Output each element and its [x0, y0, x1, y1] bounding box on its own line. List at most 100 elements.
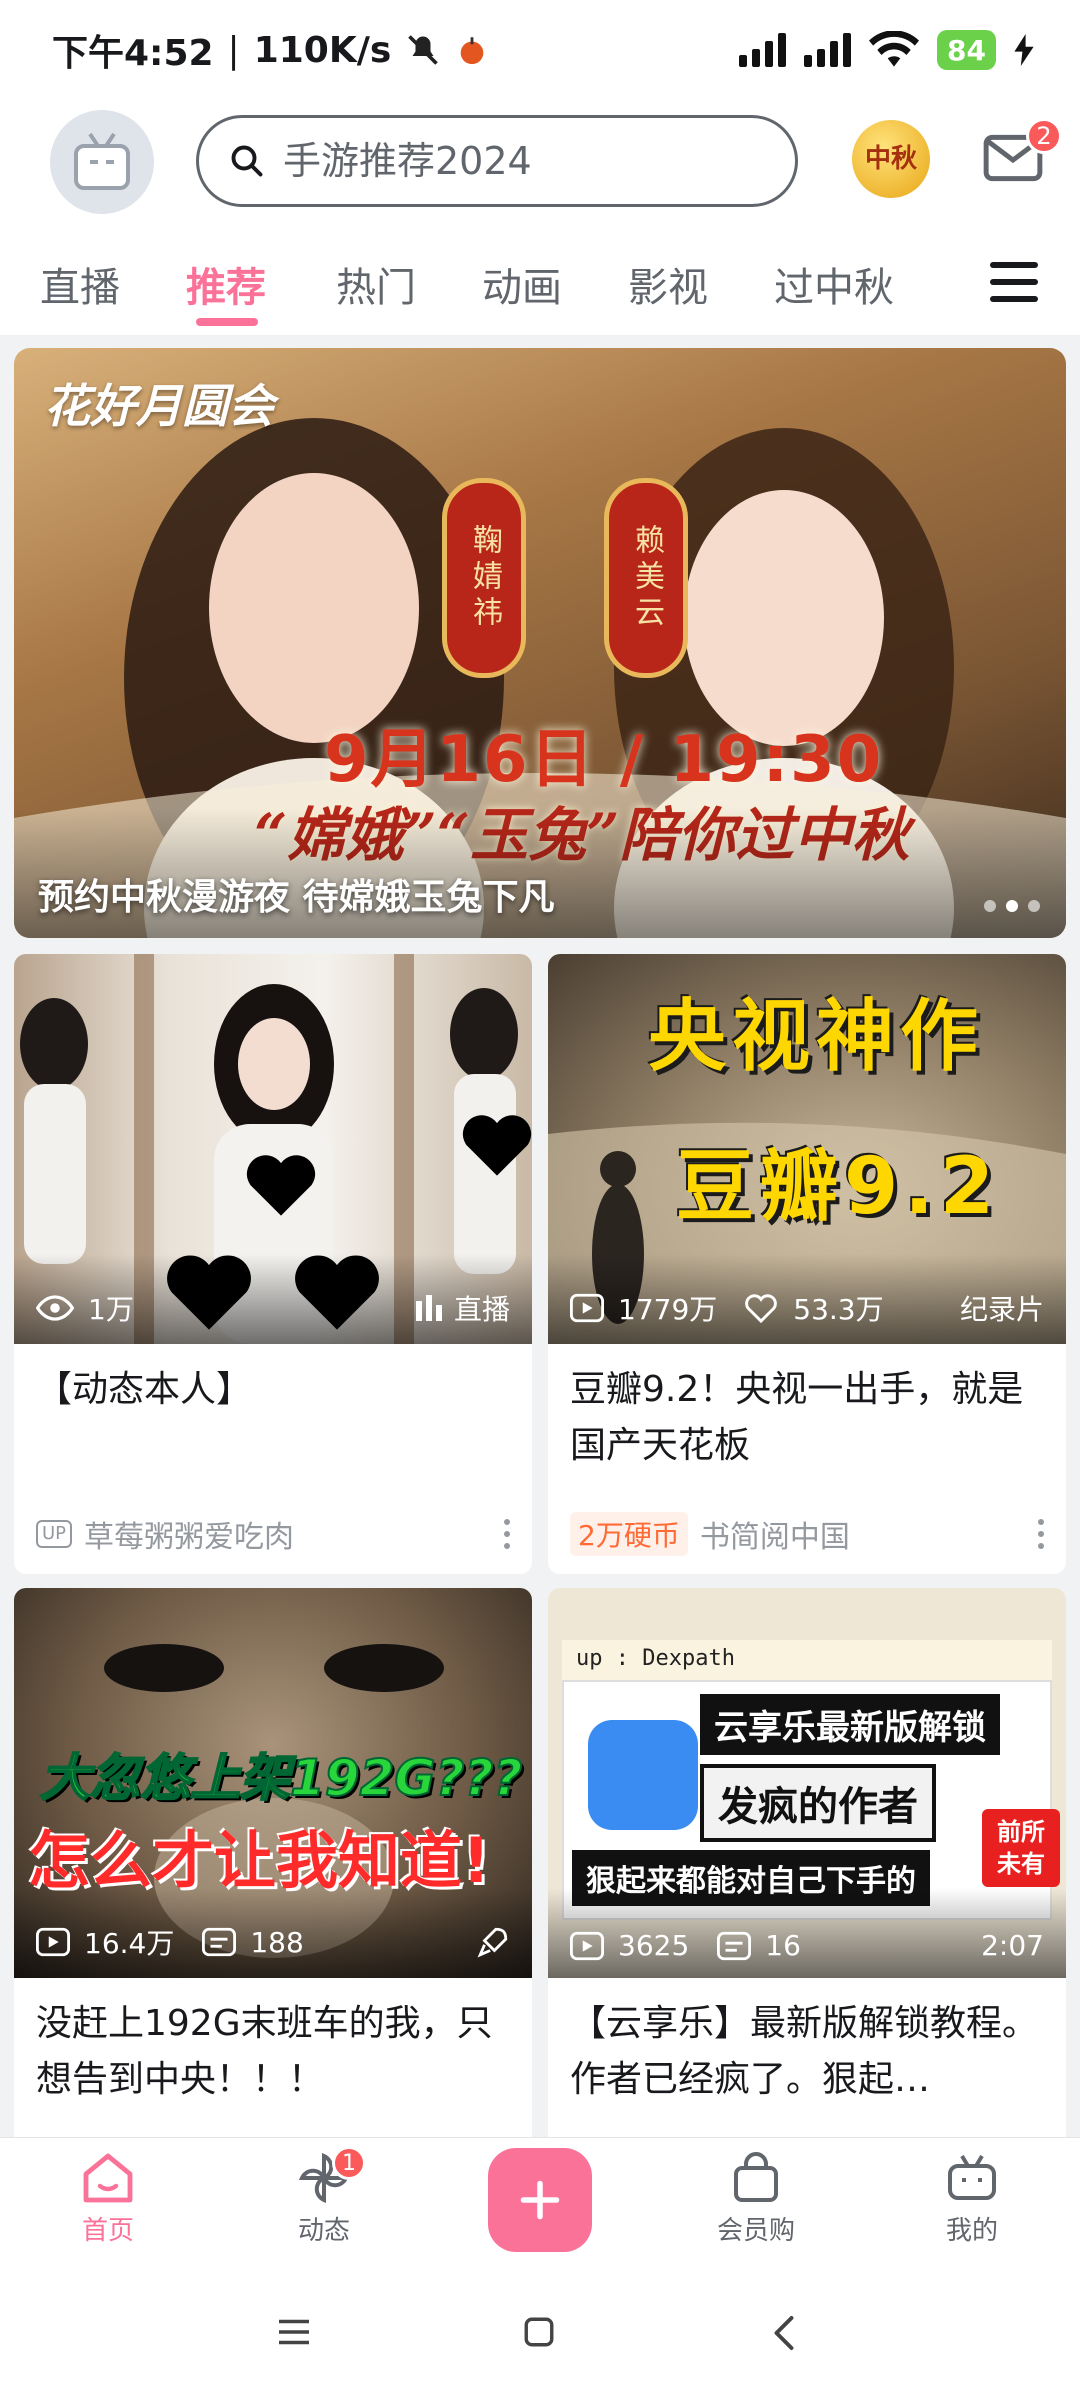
- view-count: 1779万: [618, 1293, 718, 1326]
- nav-dynamic-label: 动态: [297, 2216, 350, 2246]
- more-options-icon[interactable]: [504, 1519, 510, 1549]
- like-heart-icon: [745, 1294, 778, 1324]
- thumbnail-headline: 大忽悠上架192G???: [39, 1748, 523, 1808]
- mute-bell-icon: [408, 35, 439, 65]
- video-stats: 3625 16 2:07: [570, 1929, 1044, 1962]
- live-bars-icon: [415, 1295, 442, 1321]
- shopping-bag-icon: [734, 2152, 778, 2202]
- thumbnail-badge-line-2: 未有: [997, 1850, 1045, 1878]
- video-meta: 2万硬币 书简阅中国: [570, 1512, 1044, 1556]
- play-count-icon: [570, 1931, 604, 1960]
- author-name[interactable]: 草莓粥粥爱吃肉: [84, 1512, 294, 1556]
- thumbnail-headline: 央视神作: [648, 992, 985, 1082]
- author-name[interactable]: 书简阅中国: [700, 1512, 850, 1556]
- carousel-dot-active: [1006, 900, 1018, 912]
- more-options-icon[interactable]: [1038, 1519, 1044, 1549]
- carousel-dots: [984, 900, 1040, 912]
- signal-2-icon: [804, 33, 852, 67]
- video-card[interactable]: 1万 直播 【动态本人】 UP 草莓粥粥爱吃肉: [14, 954, 532, 1574]
- home-icon: [83, 2153, 133, 2203]
- tab-film[interactable]: 影视: [628, 255, 708, 313]
- video-card[interactable]: up : Dexpath 云享乐最新版解锁 发疯的作者 前所 未有 狠起来都能对…: [548, 1588, 1066, 2148]
- avatar[interactable]: [50, 110, 154, 214]
- video-thumbnail: 央视神作 豆瓣9.2 1779万 53.3万 纪录片: [548, 954, 1066, 1344]
- video-thumbnail: up : Dexpath 云享乐最新版解锁 发疯的作者 前所 未有 狠起来都能对…: [548, 1588, 1066, 1978]
- tv-avatar-icon: [74, 132, 130, 190]
- live-label: 直播: [453, 1293, 510, 1326]
- video-stats: 1779万 53.3万 纪录片: [570, 1288, 1044, 1328]
- video-thumbnail: 1万 直播: [14, 954, 532, 1344]
- video-card[interactable]: 央视神作 豆瓣9.2 1779万 53.3万 纪录片 豆瓣9.2！央视一出手，就…: [548, 954, 1066, 1574]
- banner-date: 9月16日 / 19:30: [324, 723, 884, 797]
- thumbnail-subheadline: 怎么才让我知道!: [28, 1824, 491, 1897]
- mail-count-badge: 2: [1026, 118, 1062, 154]
- status-time: 下午4:52: [52, 33, 214, 74]
- thumbnail-uploader-label: up : Dexpath: [562, 1640, 1052, 1680]
- search-bar[interactable]: [196, 115, 798, 207]
- nav-home[interactable]: 首页: [48, 2152, 168, 2247]
- home-button-icon[interactable]: [522, 2315, 556, 2349]
- back-icon[interactable]: [772, 2315, 796, 2351]
- mid-autumn-badge[interactable]: 中秋: [852, 120, 930, 198]
- thumbnail-rating: 豆瓣9.2: [676, 1142, 1001, 1232]
- comment-count: 188: [250, 1925, 304, 1959]
- thumbnail-badge: 前所 未有: [982, 1809, 1060, 1887]
- play-count-icon: [570, 1293, 604, 1323]
- video-stats: 1万 直播: [36, 1288, 510, 1328]
- view-count: 1万: [88, 1293, 134, 1326]
- video-title: 【动态本人】: [36, 1369, 253, 1410]
- view-count: 16.4万: [84, 1927, 175, 1960]
- promo-banner[interactable]: 鞠婧祎 赖美云 花好月圆会 9月16日 / 19:30 “嫦娥”“玉兔”陪你过中…: [14, 348, 1066, 938]
- bottom-nav: 首页 动态 1 会员购 我的: [0, 2137, 1080, 2273]
- comment-icon: [717, 1931, 752, 1960]
- nav-vip-shop[interactable]: 会员购: [696, 2152, 816, 2247]
- system-nav-bar: [0, 2273, 1080, 2400]
- banner-caption: 预约中秋漫游夜 待嫦娥玉兔下凡: [38, 877, 555, 918]
- carousel-dot: [1028, 900, 1040, 912]
- nav-vip-label: 会员购: [716, 2216, 795, 2246]
- net-speed: 110K/s: [253, 29, 392, 71]
- app-notification-icon: [460, 37, 484, 65]
- banner-logo: 花好月圆会: [44, 379, 274, 433]
- thumbnail-badge-line-1: 前所: [997, 1818, 1045, 1846]
- tab-hot[interactable]: 热门: [336, 255, 416, 313]
- category-label: 纪录片: [959, 1293, 1044, 1326]
- video-thumbnail: 大忽悠上架192G??? 怎么才让我知道! 16.4万 188: [14, 1588, 532, 1978]
- signal-1-icon: [739, 33, 787, 67]
- search-input[interactable]: [283, 139, 743, 183]
- like-count: 53.3万: [793, 1293, 884, 1326]
- comment-icon: [202, 1927, 237, 1957]
- tabs-fade: [900, 230, 980, 335]
- tab-anime[interactable]: 动画: [482, 255, 562, 313]
- recent-apps-icon[interactable]: [276, 2317, 312, 2347]
- comment-count: 16: [765, 1929, 801, 1962]
- name-tag-right: 赖美云: [604, 478, 688, 678]
- tab-live[interactable]: 直播: [40, 255, 120, 313]
- nav-mine[interactable]: 我的: [912, 2152, 1032, 2247]
- name-tag-left: 鞠婧祎: [442, 478, 526, 678]
- censor-heart: [462, 1115, 532, 1176]
- tv-profile-icon: [948, 2154, 996, 2200]
- up-tag: UP: [36, 1520, 73, 1548]
- thumbnail-line-1: 云享乐最新版解锁: [700, 1694, 1000, 1755]
- video-stats: 16.4万 188: [36, 1922, 510, 1962]
- tab-mid-autumn[interactable]: 过中秋: [774, 255, 894, 313]
- video-duration: 2:07: [981, 1929, 1044, 1962]
- nav-mine-label: 我的: [945, 2216, 998, 2246]
- nav-home-label: 首页: [81, 2216, 134, 2246]
- video-title: 没赶上192G末班车的我，只想告到中央！！！: [36, 2003, 493, 2100]
- censor-heart: [246, 1155, 316, 1216]
- publish-button[interactable]: [488, 2148, 592, 2252]
- thumbnail-panel: 云享乐最新版解锁 发疯的作者 前所 未有 狠起来都能对自己下手的: [562, 1680, 1060, 1920]
- charging-icon: [1014, 34, 1034, 66]
- thumbnail-line-2: 发疯的作者: [700, 1764, 936, 1842]
- video-meta: UP 草莓粥粥爱吃肉: [36, 1512, 510, 1556]
- nav-dynamic[interactable]: 动态 1: [264, 2146, 384, 2247]
- festival-badge-label: 中秋: [865, 144, 918, 174]
- menu-icon[interactable]: [990, 262, 1038, 302]
- video-card[interactable]: 大忽悠上架192G??? 怎么才让我知道! 16.4万 188 没赶上192G末…: [14, 1588, 532, 2148]
- top-header: 中秋 2: [0, 100, 1080, 230]
- tab-recommend[interactable]: 推荐: [186, 255, 266, 313]
- coin-tag: 2万硬币: [570, 1512, 688, 1556]
- dynamic-badge: 1: [332, 2146, 366, 2180]
